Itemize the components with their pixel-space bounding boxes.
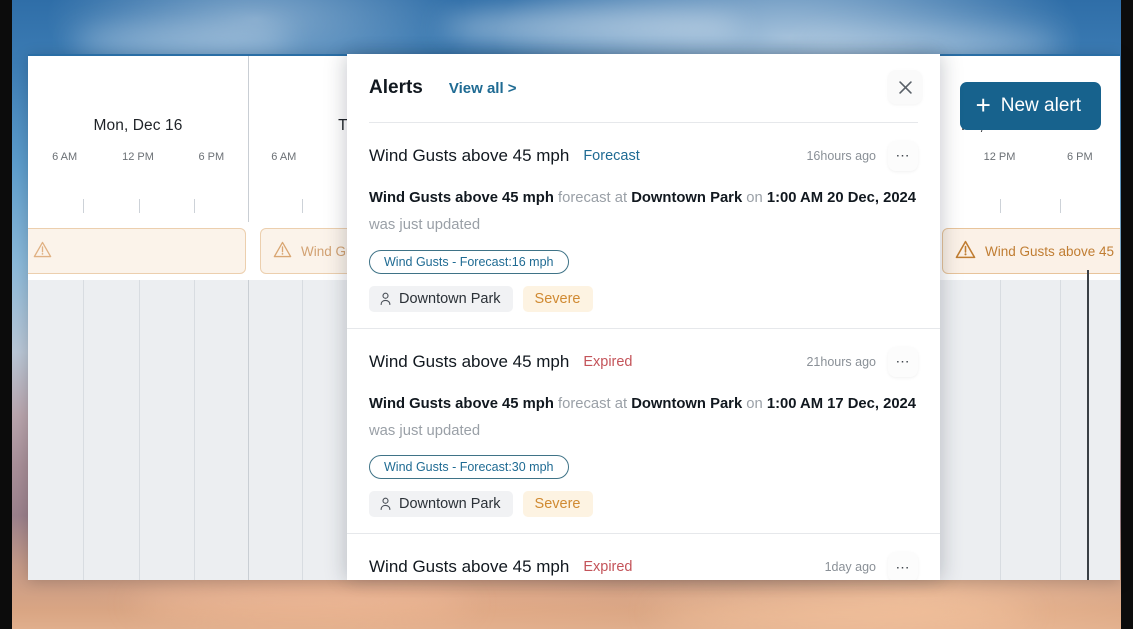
alert-desc-location: Downtown Park — [631, 395, 743, 412]
timeline-sub-gridline — [1060, 222, 1061, 580]
timeline-sub-gridline — [1000, 222, 1001, 580]
alert-timestamp: 21hours ago — [806, 354, 876, 369]
alert-location-label: Downtown Park — [399, 290, 501, 307]
alert-item-header: Wind Gusts above 45 mph Forecast 16hours a… — [369, 140, 918, 171]
person-pin-icon — [379, 292, 392, 306]
timeline-hour-tick — [302, 199, 303, 213]
alert-severity-tag[interactable]: Severe — [522, 285, 593, 312]
alert-desc-verb: forecast at — [553, 189, 632, 206]
timeline-hour-tick — [1000, 199, 1001, 213]
alert-item-header: Wind Gusts above 45 mph Expired 1day ago ⋯ — [369, 552, 918, 580]
alert-name: Wind Gusts above 45 mph — [369, 557, 570, 577]
timeline-hour-label: 6 PM — [198, 151, 225, 163]
alert-desc-name: Wind Gusts above 45 mph — [369, 395, 554, 412]
alert-desc-datetime: 1:00 AM 20 Dec, 2024 — [766, 189, 917, 206]
alert-timestamp: 1day ago — [824, 560, 876, 575]
alerts-panel: Alerts View all > Wind Gusts above 45 mp… — [347, 54, 940, 580]
ellipsis-icon[interactable]: ⋯ — [888, 552, 918, 580]
ellipsis-icon[interactable]: ⋯ — [888, 346, 918, 377]
alert-severity-tag[interactable]: Severe — [522, 491, 593, 518]
alert-desc-name: Wind Gusts above 45 mph — [369, 189, 554, 206]
timeline-sub-gridline — [194, 222, 195, 580]
timeline-hour-label: 6 PM — [1066, 151, 1093, 163]
alert-condition-chip[interactable]: Wind Gusts - Forecast:30 mph — [369, 455, 569, 480]
timeline-day-header: Mon, Dec 16 6 AM 12 PM 6 PM — [28, 56, 248, 222]
timeline-hour-labels: 6 AM 12 PM 6 PM — [28, 135, 248, 163]
timeline-hour-label: 6 AM — [52, 151, 78, 163]
alert-item[interactable]: Wind Gusts above 45 mph Expired 21hours ag… — [347, 329, 940, 535]
timeline-hour-tick — [1060, 199, 1061, 213]
alert-desc-verb: forecast at — [553, 395, 632, 412]
timeline-hour-label: 6 AM — [271, 151, 297, 163]
person-pin-icon — [379, 497, 392, 511]
alert-item-header: Wind Gusts above 45 mph Expired 21hours ag… — [369, 346, 918, 377]
alert-list: Wind Gusts above 45 mph Forecast 16hours a… — [347, 123, 940, 580]
alert-location-label: Downtown Park — [399, 496, 501, 513]
timeline-sub-gridline — [302, 222, 303, 580]
close-icon[interactable] — [888, 70, 922, 104]
alert-status: Expired — [583, 559, 633, 576]
alert-description: Wind Gusts above 45 mph forecast at Down… — [369, 185, 918, 240]
timeline-sub-gridline — [83, 222, 84, 580]
timeline-hour-tick — [194, 199, 195, 213]
alert-status: Forecast — [583, 147, 640, 164]
alert-location-tag[interactable]: Downtown Park — [369, 285, 513, 312]
alert-location-tag[interactable]: Downtown Park — [369, 491, 513, 518]
alert-desc-suffix: was just updated — [369, 422, 481, 439]
timeline-day-body — [28, 222, 248, 580]
alert-tags: Downtown Park Severe — [369, 285, 918, 312]
alert-status: Expired — [583, 353, 633, 370]
plus-icon: + — [975, 89, 991, 120]
alert-name: Wind Gusts above 45 mph — [369, 145, 570, 165]
timeline-hour-label: 12 PM — [122, 151, 154, 163]
alert-description: Wind Gusts above 45 mph forecast at Down… — [369, 391, 918, 446]
new-alert-button-label: New alert — [1000, 95, 1081, 116]
current-time-line — [1087, 280, 1089, 580]
new-alert-button[interactable]: + New alert — [959, 82, 1101, 130]
alert-item[interactable]: Wind Gusts above 45 mph Forecast 16hours a… — [347, 123, 940, 329]
alert-item[interactable]: Wind Gusts above 45 mph Expired 1day ago ⋯W… — [347, 534, 940, 580]
alert-tags: Downtown Park Severe — [369, 491, 918, 518]
alerts-panel-header: Alerts View all > — [347, 54, 940, 122]
view-all-link[interactable]: View all > — [449, 80, 517, 97]
alert-desc-datetime: 1:00 AM 17 Dec, 2024 — [766, 395, 917, 412]
timeline-hour-label: 12 PM — [983, 151, 1016, 163]
alert-condition-chip[interactable]: Wind Gusts - Forecast:16 mph — [369, 249, 569, 274]
timeline-day-label: Mon, Dec 16 — [93, 117, 183, 134]
alert-desc-suffix: was just updated — [369, 217, 481, 234]
alerts-panel-title: Alerts — [369, 77, 423, 98]
ellipsis-icon[interactable]: ⋯ — [888, 140, 918, 171]
timeline-hour-tick — [139, 199, 140, 213]
timeline-day-column: Mon, Dec 16 6 AM 12 PM 6 PM — [28, 56, 249, 580]
alert-desc-location: Downtown Park — [631, 189, 743, 206]
timeline-sub-gridline — [139, 222, 140, 580]
alert-name: Wind Gusts above 45 mph — [369, 351, 570, 371]
timeline-hour-tick — [83, 199, 84, 213]
alert-desc-on: on — [742, 189, 767, 206]
alert-desc-on: on — [742, 395, 767, 412]
alert-timestamp: 16hours ago — [806, 148, 876, 163]
